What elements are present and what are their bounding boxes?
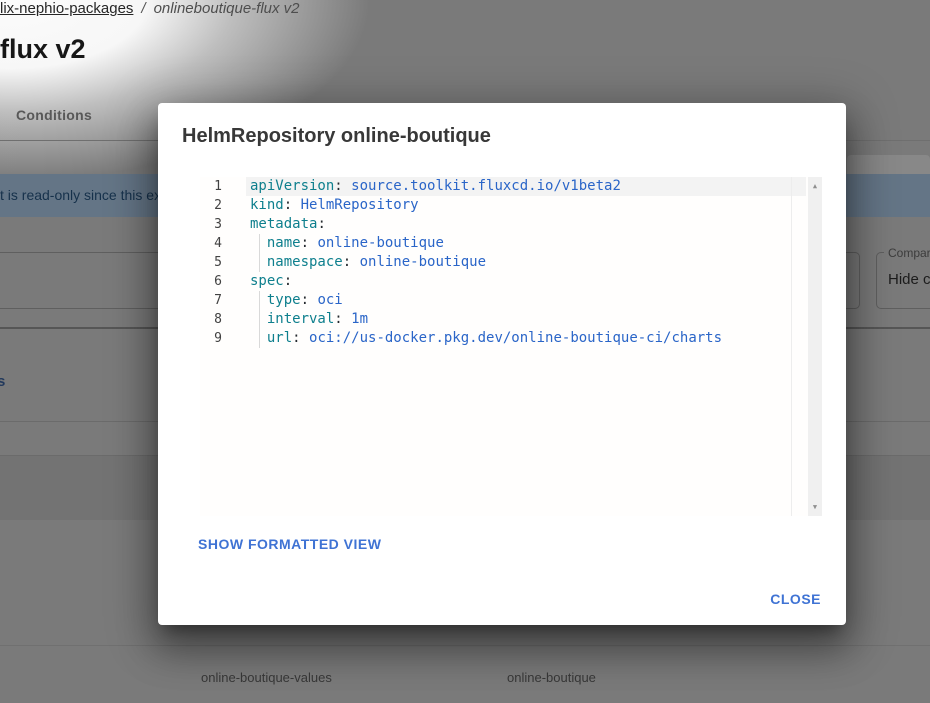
line-number: 6 xyxy=(200,272,230,291)
code-line[interactable]: url: oci://us-docker.pkg.dev/online-bout… xyxy=(246,329,806,348)
close-button[interactable]: CLOSE xyxy=(770,591,821,607)
line-number-gutter: 123456789 xyxy=(200,177,230,348)
editor-scrollbar[interactable]: ▲ ▼ xyxy=(808,177,822,516)
code-line[interactable]: spec: xyxy=(246,272,806,291)
line-number: 2 xyxy=(200,196,230,215)
line-number: 1 xyxy=(200,177,230,196)
line-number: 7 xyxy=(200,291,230,310)
show-formatted-view-button[interactable]: SHOW FORMATTED VIEW xyxy=(198,536,381,552)
code-lines: apiVersion: source.toolkit.fluxcd.io/v1b… xyxy=(246,177,806,348)
code-line[interactable]: interval: 1m xyxy=(246,310,806,329)
scroll-down-icon[interactable]: ▼ xyxy=(808,500,822,514)
editor-ruler-line xyxy=(791,177,792,516)
indent-guide xyxy=(259,291,260,348)
dialog-title: HelmRepository online-boutique xyxy=(182,125,491,148)
scroll-up-icon[interactable]: ▲ xyxy=(808,179,822,193)
line-number: 3 xyxy=(200,215,230,234)
code-line[interactable]: name: online-boutique xyxy=(246,234,806,253)
line-number: 5 xyxy=(200,253,230,272)
helm-repository-dialog: HelmRepository online-boutique 123456789… xyxy=(158,103,846,625)
line-number: 9 xyxy=(200,329,230,348)
yaml-code-editor[interactable]: 123456789 apiVersion: source.toolkit.flu… xyxy=(200,177,822,516)
code-line[interactable]: apiVersion: source.toolkit.fluxcd.io/v1b… xyxy=(246,177,806,196)
code-line[interactable]: kind: HelmRepository xyxy=(246,196,806,215)
indent-guide xyxy=(259,234,260,272)
code-line[interactable]: metadata: xyxy=(246,215,806,234)
line-number: 4 xyxy=(200,234,230,253)
code-line[interactable]: namespace: online-boutique xyxy=(246,253,806,272)
line-number: 8 xyxy=(200,310,230,329)
code-line[interactable]: type: oci xyxy=(246,291,806,310)
